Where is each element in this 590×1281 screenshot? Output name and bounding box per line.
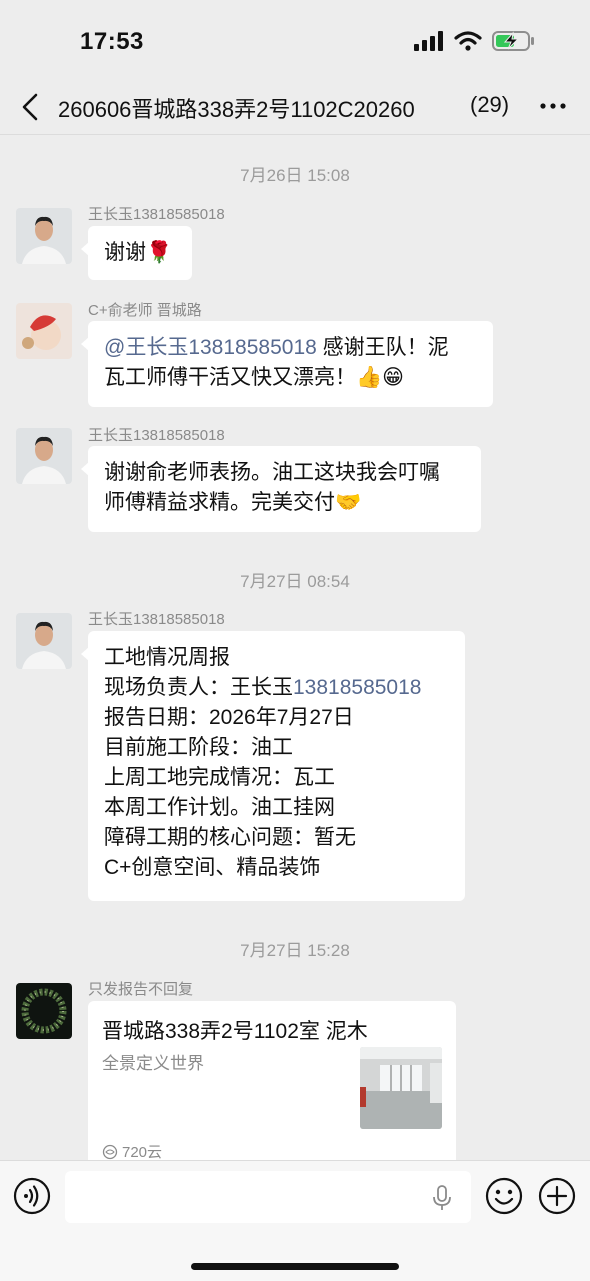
- report-line: 本周工作计划。油工挂网: [104, 796, 335, 819]
- chat-header: 260606晋城路338弄2号1102C20260 (29): [0, 80, 590, 135]
- report-line: 障碍工期的核心问题：暂无: [104, 826, 356, 849]
- report-line: 现场负责人：王长玉: [104, 676, 293, 699]
- card-source: 720云: [102, 1141, 162, 1160]
- report-line: 工地情况周报: [104, 646, 230, 669]
- message-text: 谢谢: [104, 241, 146, 264]
- wifi-icon: [454, 31, 482, 51]
- plus-icon[interactable]: [538, 1177, 576, 1215]
- thumbs-up-grin-emoji: 👍😁: [356, 366, 405, 389]
- member-count: (29): [469, 92, 510, 118]
- message-bubble[interactable]: 工地情况周报 现场负责人：王长玉13818585018 报告日期：2026年7月…: [81, 631, 465, 901]
- phone-link[interactable]: 13818585018: [293, 676, 421, 699]
- back-arrow-icon[interactable]: [16, 90, 46, 124]
- timestamp: 7月27日 08:54: [240, 572, 350, 591]
- card-source-label: 720云: [122, 1144, 163, 1160]
- avatar[interactable]: [16, 613, 72, 669]
- input-bar: [0, 1160, 590, 1281]
- status-icons: [414, 30, 536, 52]
- avatar[interactable]: [16, 983, 72, 1039]
- card-thumbnail: [360, 1047, 442, 1129]
- card-title: 晋城路338弄2号1102室 泥木: [102, 1020, 368, 1043]
- chat-title: 260606晋城路338弄2号1102C20260: [58, 97, 415, 122]
- home-indicator: [191, 1263, 399, 1270]
- message-bubble[interactable]: 谢谢俞老师表扬。油工这块我会叮嘱 师傅精益求精。完美交付🤝: [81, 446, 481, 532]
- emoji-icon[interactable]: [485, 1177, 523, 1215]
- avatar[interactable]: [16, 208, 72, 264]
- report-line: 上周工地完成情况：瓦工: [104, 766, 335, 789]
- battery-charging-icon: [492, 31, 534, 51]
- status-time: 17:53: [80, 28, 144, 55]
- card-description: 全景定义世界: [102, 1054, 204, 1073]
- message-text: 谢谢俞老师表扬。油工这块我会叮嘱: [104, 461, 440, 484]
- voice-input-icon[interactable]: [13, 1177, 51, 1215]
- message-bubble[interactable]: @王长玉13818585018 感谢王队！泥 瓦工师傅干活又快又漂亮！👍😁: [81, 321, 493, 407]
- timestamp: 7月26日 15:08: [240, 166, 350, 185]
- sender-name: C+俞老师 晋城路: [88, 302, 202, 319]
- link-card[interactable]: 晋城路338弄2号1102室 泥木 全景定义世界 720云: [88, 1001, 456, 1160]
- message-input[interactable]: [65, 1171, 471, 1223]
- avatar[interactable]: [16, 428, 72, 484]
- timestamp: 7月27日 15:28: [240, 941, 350, 960]
- report-line: 报告日期：2026年7月27日: [104, 706, 354, 729]
- status-bar: 17:53: [0, 0, 590, 80]
- message-text: 师傅精益求精。完美交付: [104, 491, 335, 514]
- report-line: 目前施工阶段：油工: [104, 736, 293, 759]
- phone-link[interactable]: 13818585018: [188, 336, 316, 359]
- sender-name: 王长玉13818585018: [88, 206, 225, 223]
- microphone-icon[interactable]: [431, 1184, 453, 1212]
- sender-name: 王长玉13818585018: [88, 427, 225, 444]
- sender-name: 只发报告不回复: [88, 981, 194, 998]
- avatar[interactable]: [16, 303, 72, 359]
- 720-logo-icon: [102, 1144, 118, 1159]
- message-text: 感谢王队！泥: [316, 336, 449, 359]
- handshake-emoji: 🤝: [335, 491, 362, 514]
- chat-history[interactable]: 7月26日 15:08 王长玉13818585018 谢谢🌹 C+俞老师 晋城路…: [0, 135, 590, 1160]
- message-bubble[interactable]: 谢谢🌹: [81, 226, 192, 280]
- report-line: C+创意空间、精品装饰: [104, 856, 321, 879]
- mention-link[interactable]: @王长玉: [104, 336, 188, 359]
- signal-icon: [414, 31, 443, 51]
- sender-name: 王长玉13818585018: [88, 611, 225, 628]
- message-text: 瓦工师傅干活又快又漂亮！: [104, 366, 356, 389]
- rose-emoji: 🌹: [146, 241, 173, 264]
- more-options-icon[interactable]: [538, 94, 568, 118]
